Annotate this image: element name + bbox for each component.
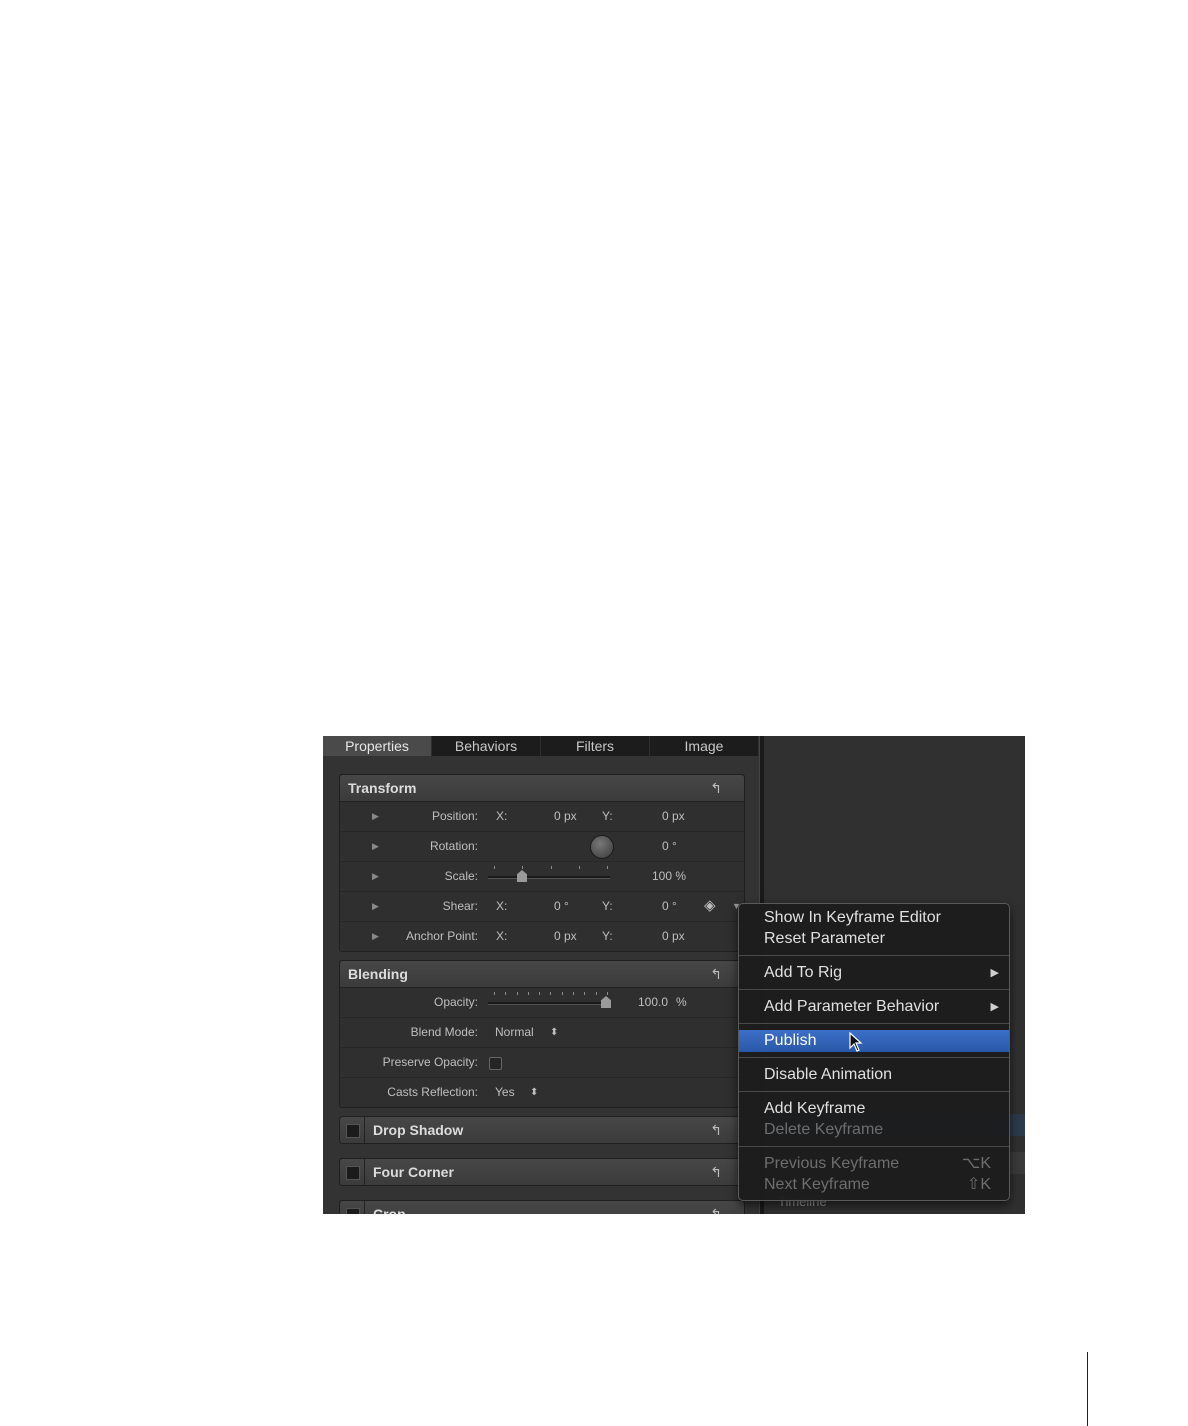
reset-icon[interactable]: ↰ [710,775,722,801]
menu-item-previous-keyframe: Previous Keyframe ⌥K [739,1153,1009,1175]
opacity-label: Opacity: [433,995,478,1009]
disclosure-triangle-icon[interactable]: ▶ [372,832,379,861]
anchor-x-value[interactable]: 0 px [554,922,577,951]
scale-slider[interactable] [488,876,610,879]
shear-label: Shear: [442,899,478,913]
inspector-tabs: Properties Behaviors Filters Image [323,736,759,756]
shear-x-value[interactable]: 0 ° [554,892,569,921]
position-x-label: X: [496,809,508,823]
shortcut-label: ⇧K [966,1176,991,1193]
reset-icon[interactable]: ↰ [710,1201,722,1214]
reset-icon[interactable]: ↰ [710,1117,722,1143]
position-x-value[interactable]: 0 px [554,802,577,831]
menu-item-add-to-rig[interactable]: Add To Rig ▶ [739,962,1009,984]
scale-slider-thumb[interactable] [517,870,527,882]
shear-y-label: Y: [602,899,613,913]
casts-reflection-popup[interactable]: Yes [495,1078,515,1107]
opacity-slider[interactable] [488,1002,610,1005]
anchor-point-row: ▶ Anchor Point: X: 0 px Y: 0 px [340,922,744,951]
scale-label: Scale: [444,869,478,883]
menu-item-delete-keyframe: Delete Keyframe [764,1121,884,1138]
transform-title: Transform [348,780,417,796]
disclosure-triangle-icon[interactable]: ▶ [372,802,379,831]
rotation-row: ▶ Rotation: 0 ° [340,832,744,862]
opacity-slider-thumb[interactable] [601,996,611,1008]
reset-icon[interactable]: ↰ [710,961,722,987]
anchor-x-label: X: [496,929,508,943]
preserve-opacity-checkbox[interactable] [489,1057,502,1070]
opacity-row: Opacity: 100.0 % [340,988,744,1018]
popup-arrows-icon[interactable]: ⬍ [530,1078,538,1107]
position-y-label: Y: [602,809,613,823]
menu-item-next-keyframe: Next Keyframe ⇧K [739,1174,1009,1196]
drop-shadow-enable-checkbox[interactable] [346,1124,360,1138]
keyframe-diamond-icon[interactable]: ◈ [704,898,716,914]
tab-behaviors[interactable]: Behaviors [432,736,541,756]
drop-shadow-title: Drop Shadow [373,1122,464,1138]
popup-arrows-icon[interactable]: ⬍ [550,1018,558,1047]
blending-title: Blending [348,966,408,982]
casts-reflection-label: Casts Reflection: [387,1085,478,1099]
menu-item-show-in-keyframe-editor[interactable]: Show In Keyframe Editor [739,907,1009,929]
position-label: Position: [431,809,478,823]
shortcut-label: ⌥K [961,1155,991,1172]
disclosure-triangle-icon[interactable]: ▶ [372,922,379,951]
four-corner-header[interactable]: Four Corner ↰ [340,1159,744,1185]
blend-mode-row: Blend Mode: Normal ⬍ [340,1018,744,1048]
tab-image[interactable]: Image [650,736,759,756]
opacity-unit: % [676,995,687,1009]
four-corner-section: Four Corner ↰ [339,1158,745,1186]
position-y-value[interactable]: 0 px [662,802,685,831]
menu-item-add-keyframe[interactable]: Add Keyframe [739,1098,1009,1120]
menu-item-add-parameter-behavior[interactable]: Add Parameter Behavior ▶ [739,996,1009,1018]
tab-properties[interactable]: Properties [323,736,432,756]
transform-section: Transform ↰ ▶ Position: X: 0 px Y: 0 px … [339,774,745,952]
crop-enable-checkbox[interactable] [346,1208,360,1214]
preserve-opacity-row: Preserve Opacity: [340,1048,744,1078]
menu-item-disable-animation[interactable]: Disable Animation [739,1064,1009,1086]
submenu-arrow-icon: ▶ [990,1001,999,1013]
inspector-panel: Properties Behaviors Filters Image Trans… [323,736,759,1214]
disclosure-triangle-icon[interactable]: ▶ [372,862,379,891]
shear-x-label: X: [496,899,508,913]
menu-item-publish[interactable]: Publish [739,1030,1009,1052]
four-corner-enable-checkbox[interactable] [346,1166,360,1180]
shear-row: ▶ Shear: X: 0 ° Y: 0 ° ◈ ▼ [340,892,744,922]
parameter-context-menu: Show In Keyframe Editor Reset Parameter … [738,903,1010,1201]
opacity-ticks [494,992,608,996]
drop-shadow-section: Drop Shadow ↰ [339,1116,745,1144]
tab-filters[interactable]: Filters [541,736,650,756]
menu-item-reset-parameter[interactable]: Reset Parameter [739,928,1009,950]
opacity-value[interactable]: 100.0 [638,988,668,1017]
blend-mode-label: Blend Mode: [410,1025,478,1039]
position-row: ▶ Position: X: 0 px Y: 0 px [340,802,744,832]
rotation-label: Rotation: [429,839,478,853]
crop-header[interactable]: Crop ↰ [340,1201,744,1214]
reset-icon[interactable]: ↰ [710,1159,722,1185]
blend-mode-popup[interactable]: Normal [495,1018,534,1047]
scale-value[interactable]: 100 % [652,862,686,891]
crop-section: Crop ↰ [339,1200,745,1214]
transform-header[interactable]: Transform ↰ [340,775,744,802]
crop-title: Crop [373,1206,406,1214]
blending-section: Blending ↰ Opacity: 100.0 % Blend Mode: … [339,960,745,1108]
scale-ticks [494,866,608,870]
blending-header[interactable]: Blending ↰ [340,961,744,988]
drop-shadow-header[interactable]: Drop Shadow ↰ [340,1117,744,1143]
page-margin-rule [1087,1352,1088,1426]
motion-screenshot: Properties Behaviors Filters Image Trans… [323,736,1025,1214]
mouse-pointer-icon [849,1032,863,1052]
anchor-y-value[interactable]: 0 px [662,922,685,951]
rotation-value[interactable]: 0 ° [662,832,677,861]
rotation-dial[interactable] [590,835,614,859]
four-corner-title: Four Corner [373,1164,454,1180]
scale-row: ▶ Scale: 100 % [340,862,744,892]
casts-reflection-row: Casts Reflection: Yes ⬍ [340,1078,744,1107]
shear-y-value[interactable]: 0 ° [662,892,677,921]
submenu-arrow-icon: ▶ [990,967,999,979]
anchor-y-label: Y: [602,929,613,943]
preserve-opacity-label: Preserve Opacity: [382,1055,478,1069]
anchor-point-label: Anchor Point: [405,929,478,943]
disclosure-triangle-icon[interactable]: ▶ [372,892,379,921]
